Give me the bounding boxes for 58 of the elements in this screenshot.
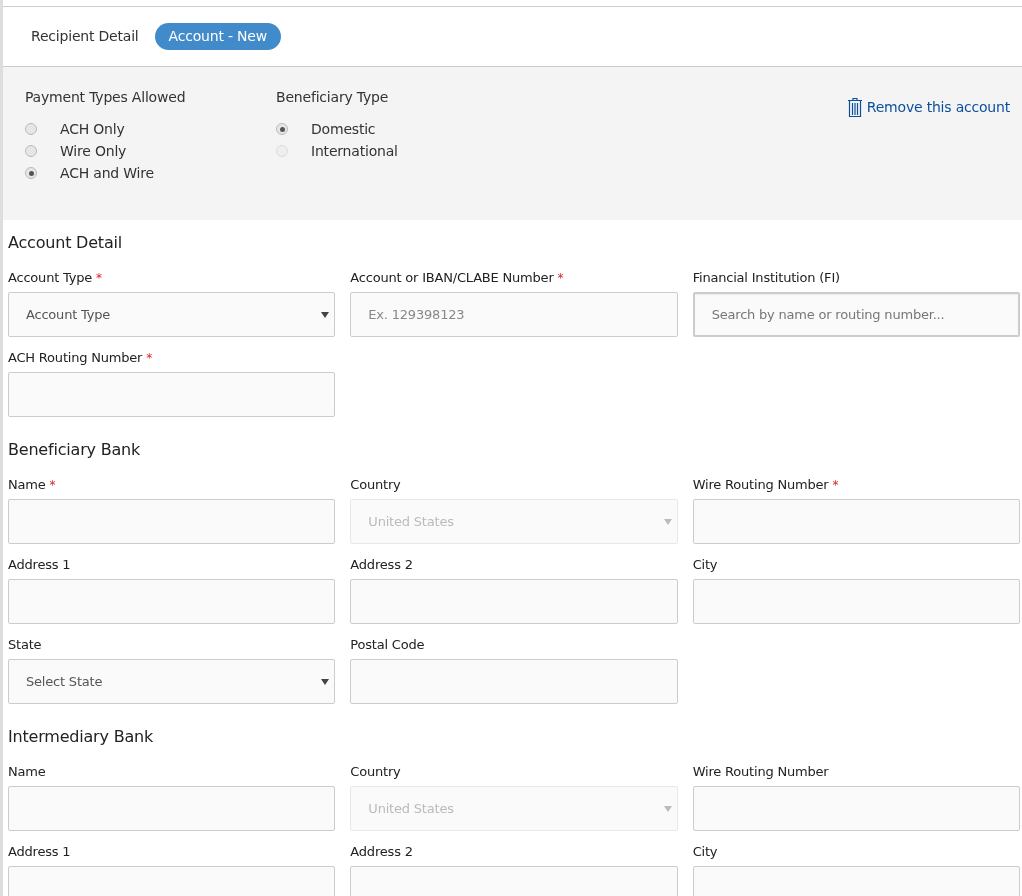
remove-account-link[interactable]: Remove this account — [846, 97, 1010, 117]
field-label: City — [692, 556, 718, 575]
field-label: Account Type — [8, 269, 93, 288]
input-field[interactable] — [692, 786, 1020, 831]
group-title: Payment Types Allowed — [25, 88, 187, 107]
field-label: Country — [350, 763, 401, 782]
field-label: Address 1 — [8, 556, 71, 575]
trash-icon — [846, 97, 863, 117]
field-label: Address 2 — [350, 843, 413, 862]
caret-icon — [321, 311, 330, 318]
field-label: Postal Code — [350, 636, 425, 655]
radio-label: ACH Only — [60, 119, 125, 139]
field-label: Account or IBAN/CLABE Number — [350, 269, 554, 288]
field-label: City — [692, 843, 718, 862]
field-label: Name — [8, 476, 46, 495]
input-field[interactable]: Ex. 129398123 — [350, 292, 678, 337]
required-mark: * — [832, 477, 839, 494]
search-field[interactable]: Search by name or routing number... — [692, 292, 1020, 337]
select-field[interactable]: Account Type — [8, 292, 336, 337]
select-field[interactable]: Select State — [8, 659, 336, 704]
radio-button[interactable] — [25, 123, 37, 135]
section-title: Beneficiary Bank — [8, 439, 142, 461]
section-title: Account Detail — [8, 232, 124, 254]
caret-icon — [663, 805, 672, 812]
radio-button[interactable] — [25, 167, 37, 179]
caret-icon — [321, 678, 330, 685]
field-label: Wire Routing Number — [692, 476, 829, 495]
caret-icon — [663, 518, 672, 525]
required-mark: * — [96, 270, 102, 287]
field-label: ACH Routing Number — [8, 349, 143, 368]
radio-button[interactable] — [25, 145, 37, 157]
tab[interactable]: Account - New — [154, 23, 281, 50]
required-mark: * — [557, 270, 564, 287]
tab[interactable]: Recipient Detail — [23, 23, 147, 50]
input-field[interactable] — [8, 499, 336, 544]
input-field[interactable] — [350, 579, 678, 624]
field-label: Address 2 — [350, 556, 413, 575]
radio-button[interactable] — [276, 123, 288, 135]
required-mark: * — [49, 477, 56, 494]
radio-label: Wire Only — [60, 141, 127, 161]
radio-label: Domestic — [311, 119, 376, 139]
input-field[interactable] — [8, 786, 336, 831]
field-label: Financial Institution (FI) — [692, 269, 840, 288]
input-field[interactable] — [350, 659, 678, 704]
field-label: Country — [350, 476, 401, 495]
field-label: State — [8, 636, 42, 655]
input-field[interactable] — [692, 579, 1020, 624]
group-title: Beneficiary Type — [276, 88, 390, 107]
input-field[interactable] — [8, 579, 336, 624]
required-mark: * — [146, 350, 153, 367]
field-label: Address 1 — [8, 843, 71, 862]
radio-label: ACH and Wire — [60, 163, 154, 183]
field-label: Wire Routing Number — [692, 763, 829, 782]
section-title: Intermediary Bank — [8, 726, 155, 748]
field-label: Name — [8, 763, 46, 782]
input-field[interactable] — [8, 372, 336, 417]
radio-label: International — [311, 141, 398, 161]
input-field[interactable] — [692, 499, 1020, 544]
